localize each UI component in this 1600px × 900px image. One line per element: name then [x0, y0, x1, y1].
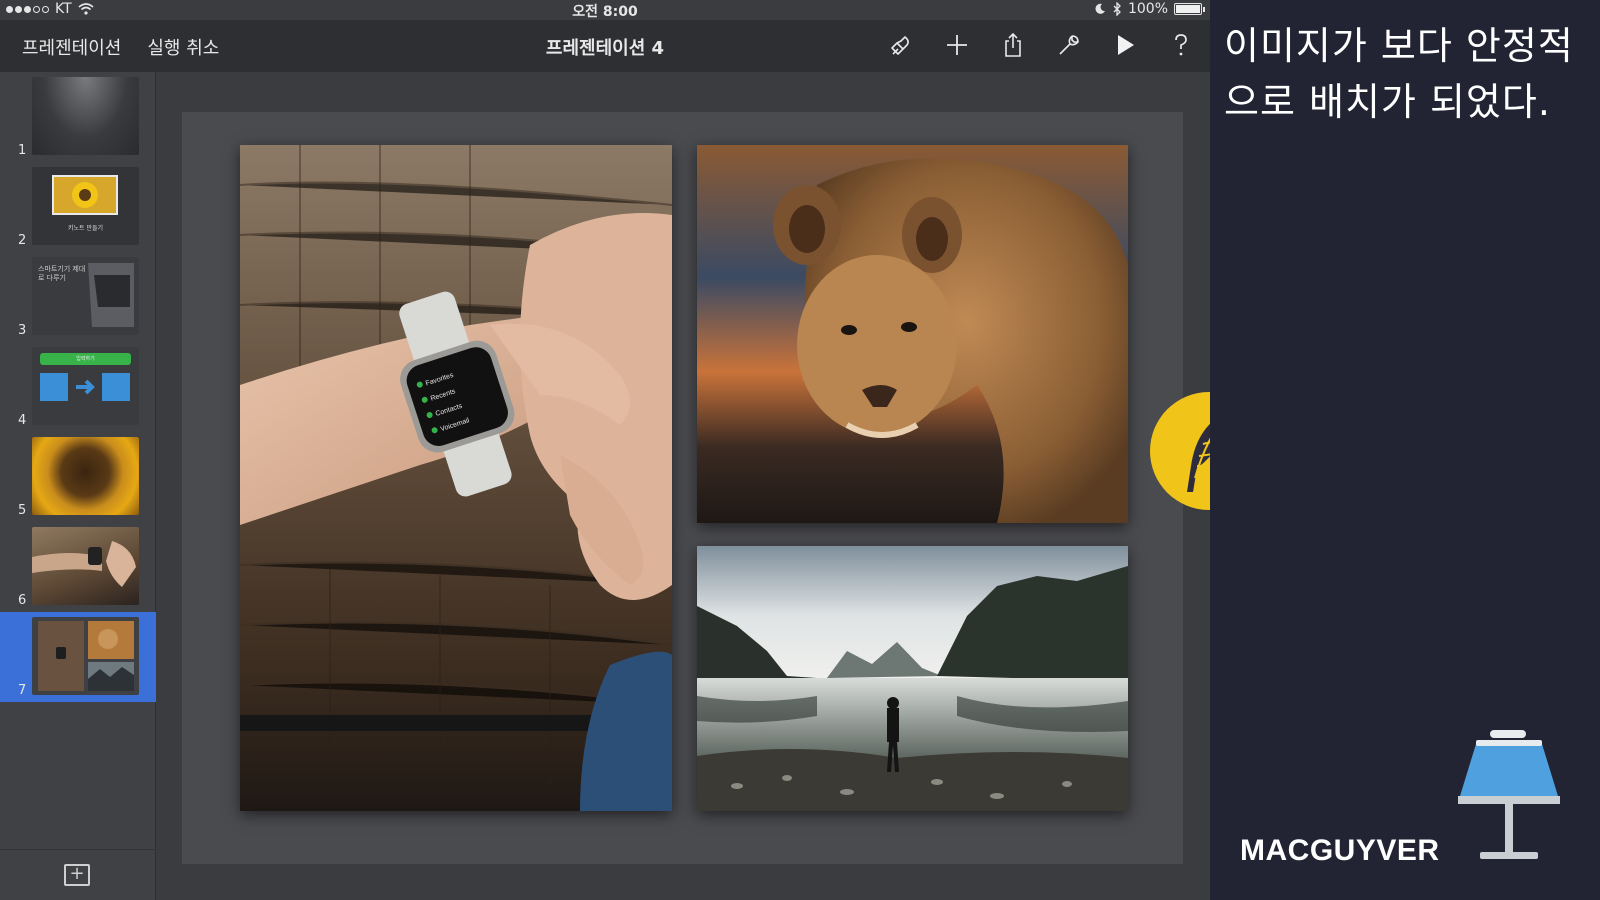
slide-number: 4 — [18, 413, 27, 428]
moon-icon — [1095, 3, 1105, 14]
slide-preview — [32, 437, 139, 515]
slide-preview — [32, 617, 139, 695]
brand-label: MACGUYVER — [1240, 834, 1440, 867]
mountain-lake-photo[interactable] — [697, 546, 1128, 811]
slide-number: 5 — [18, 503, 27, 518]
slide-preview: 키노트 만들기 — [32, 167, 139, 245]
caption-text: 이미지가 보다 안정적 으로 배치가 되었다. — [1224, 18, 1594, 130]
help-icon[interactable] — [1164, 28, 1198, 62]
share-icon[interactable] — [996, 28, 1030, 62]
slide-navigator[interactable]: 1 키노트 만들기 2 스마트기기 제대로 다루기 3 입력하기 4 5 6 7… — [0, 72, 156, 900]
presentations-button[interactable]: 프레젠테이션 — [22, 34, 121, 60]
apple-watch-photo[interactable]: Favorites Recents Contacts Voicemail — [240, 145, 672, 811]
slide-number: 1 — [18, 143, 27, 158]
slide-preview: 스마트기기 제대로 다루기 — [32, 257, 139, 335]
undo-button[interactable]: 실행 취소 — [147, 34, 219, 60]
slide-preview — [32, 527, 139, 605]
tools-wrench-icon[interactable] — [1052, 28, 1086, 62]
annotation-panel: 이미지가 보다 안정적 으로 배치가 되었다. MACGUYVER — [1210, 0, 1600, 900]
slide-thumbnail[interactable]: 6 — [0, 522, 156, 612]
slide-thumbnail[interactable]: 스마트기기 제대로 다루기 3 — [0, 252, 156, 342]
bluetooth-icon — [1113, 2, 1121, 16]
status-bar: KT 오전 8:00 100% — [0, 0, 1210, 20]
slide-thumbnail-selected[interactable]: 7 — [0, 612, 156, 702]
slide-preview: 입력하기 — [32, 347, 139, 425]
slide-number: 7 — [18, 683, 27, 698]
slide-canvas[interactable]: Favorites Recents Contacts Voicemail — [182, 112, 1183, 864]
slide-caption: 키노트 만들기 — [67, 225, 104, 232]
slide-caption: 입력하기 — [76, 356, 95, 362]
toolbar: 프레젠테이션 실행 취소 프레젠테이션 4 — [0, 20, 1210, 72]
plus-square-icon[interactable]: + — [64, 864, 90, 886]
navigator-divider — [0, 849, 156, 850]
slide-thumbnail[interactable]: 키노트 만들기 2 — [0, 162, 156, 252]
ipad-screen: KT 오전 8:00 100% 프레젠테이션 실행 취소 프레젠테이션 4 1 … — [0, 0, 1210, 900]
battery-percent: 100% — [1127, 1, 1168, 17]
play-icon[interactable] — [1108, 28, 1142, 62]
slide-thumbnail[interactable]: 입력하기 4 — [0, 342, 156, 432]
slide-number: 3 — [18, 323, 27, 338]
keynote-podium-icon — [1458, 730, 1560, 859]
add-icon[interactable] — [940, 28, 974, 62]
slide-thumbnail[interactable]: 1 — [0, 72, 156, 162]
battery-icon — [1174, 3, 1205, 15]
slide-preview — [32, 77, 139, 155]
slide-thumbnail[interactable]: 5 — [0, 432, 156, 522]
caption-line: 이미지가 보다 안정적 — [1224, 24, 1574, 68]
caption-line: 으로 배치가 되었다. — [1224, 80, 1551, 124]
slide-number: 6 — [18, 593, 27, 608]
lioness-photo[interactable] — [697, 145, 1128, 523]
slide-number: 2 — [18, 233, 27, 248]
format-brush-icon[interactable] — [884, 28, 918, 62]
clock: 오전 8:00 — [572, 4, 638, 20]
